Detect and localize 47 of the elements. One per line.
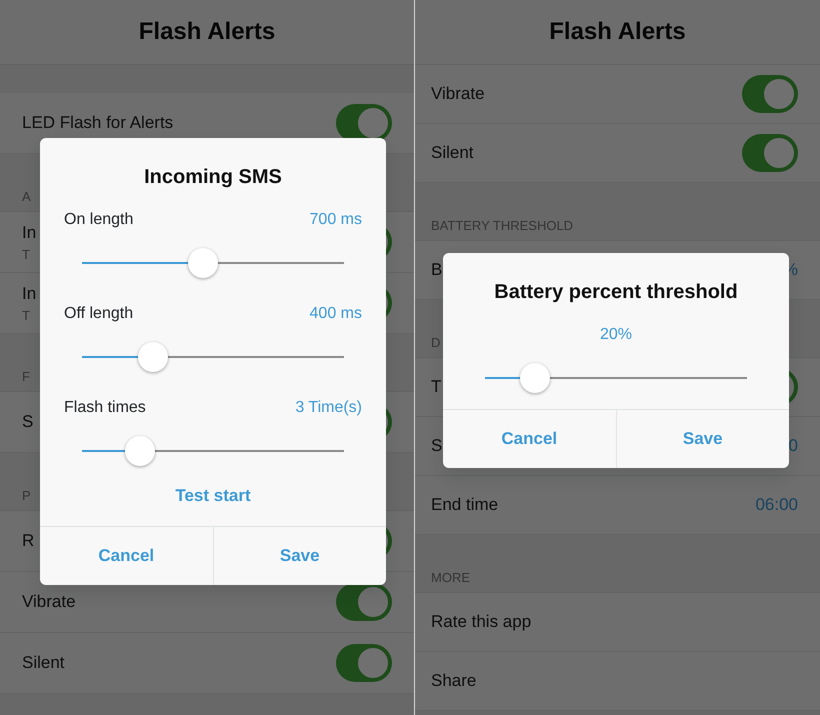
slider-value: 400 ms [310, 304, 362, 324]
toggle-switch[interactable] [336, 644, 392, 682]
setting-label: In [22, 282, 36, 304]
slider-thumb[interactable] [520, 363, 550, 393]
slider[interactable] [82, 342, 344, 372]
toggle-switch[interactable] [742, 134, 798, 172]
dialog-title: Battery percent threshold [493, 280, 739, 305]
setting-label: Vibrate [431, 83, 485, 106]
menu-item[interactable]: Rate this app [415, 593, 820, 652]
setting-label: T [431, 376, 442, 398]
setting-label: R [22, 530, 34, 552]
setting-subtitle: T [22, 307, 31, 325]
screen-title: Flash Alerts [549, 17, 686, 47]
setting-subtitle: T [22, 246, 31, 264]
slider-value: 20% [600, 325, 632, 345]
slider-value: 3 Time(s) [295, 398, 362, 418]
slider-label: Off length [64, 304, 134, 324]
toggle-switch[interactable] [742, 75, 798, 113]
setting-value: 06:00 [755, 494, 798, 516]
dialog-title: Incoming SMS [143, 165, 283, 190]
dialog-button[interactable]: Cancel [40, 526, 212, 584]
toggle-switch[interactable] [336, 583, 392, 621]
slider-label: Flash times [64, 398, 146, 418]
setting-label: Silent [431, 142, 474, 164]
menu-item[interactable]: Share [415, 652, 820, 711]
dialog-button[interactable]: Save [616, 410, 789, 468]
slider-thumb[interactable] [124, 436, 155, 466]
dialog-button[interactable]: Cancel [443, 410, 616, 468]
slider-thumb[interactable] [138, 342, 168, 372]
setting-label: Silent [22, 652, 65, 674]
slider-label: On length [64, 210, 134, 230]
slider[interactable] [82, 436, 344, 466]
setting-label: S [431, 435, 442, 458]
setting-label: Vibrate [22, 591, 76, 614]
screen-title: Flash Alerts [138, 17, 276, 47]
test-start-button[interactable]: Test start [169, 482, 257, 510]
setting-label: B [431, 259, 442, 282]
setting-label: LED Flash for Alerts [22, 112, 174, 134]
setting-label: End time [431, 494, 498, 516]
setting-label: In [22, 222, 36, 244]
slider-value: 700 ms [310, 210, 362, 230]
setting-value: 0 [788, 435, 798, 458]
setting-label: S [22, 411, 34, 434]
slider[interactable] [485, 363, 747, 393]
slider[interactable] [82, 248, 344, 278]
slider-thumb[interactable] [188, 248, 218, 278]
dialog-button[interactable]: Save [212, 526, 386, 584]
